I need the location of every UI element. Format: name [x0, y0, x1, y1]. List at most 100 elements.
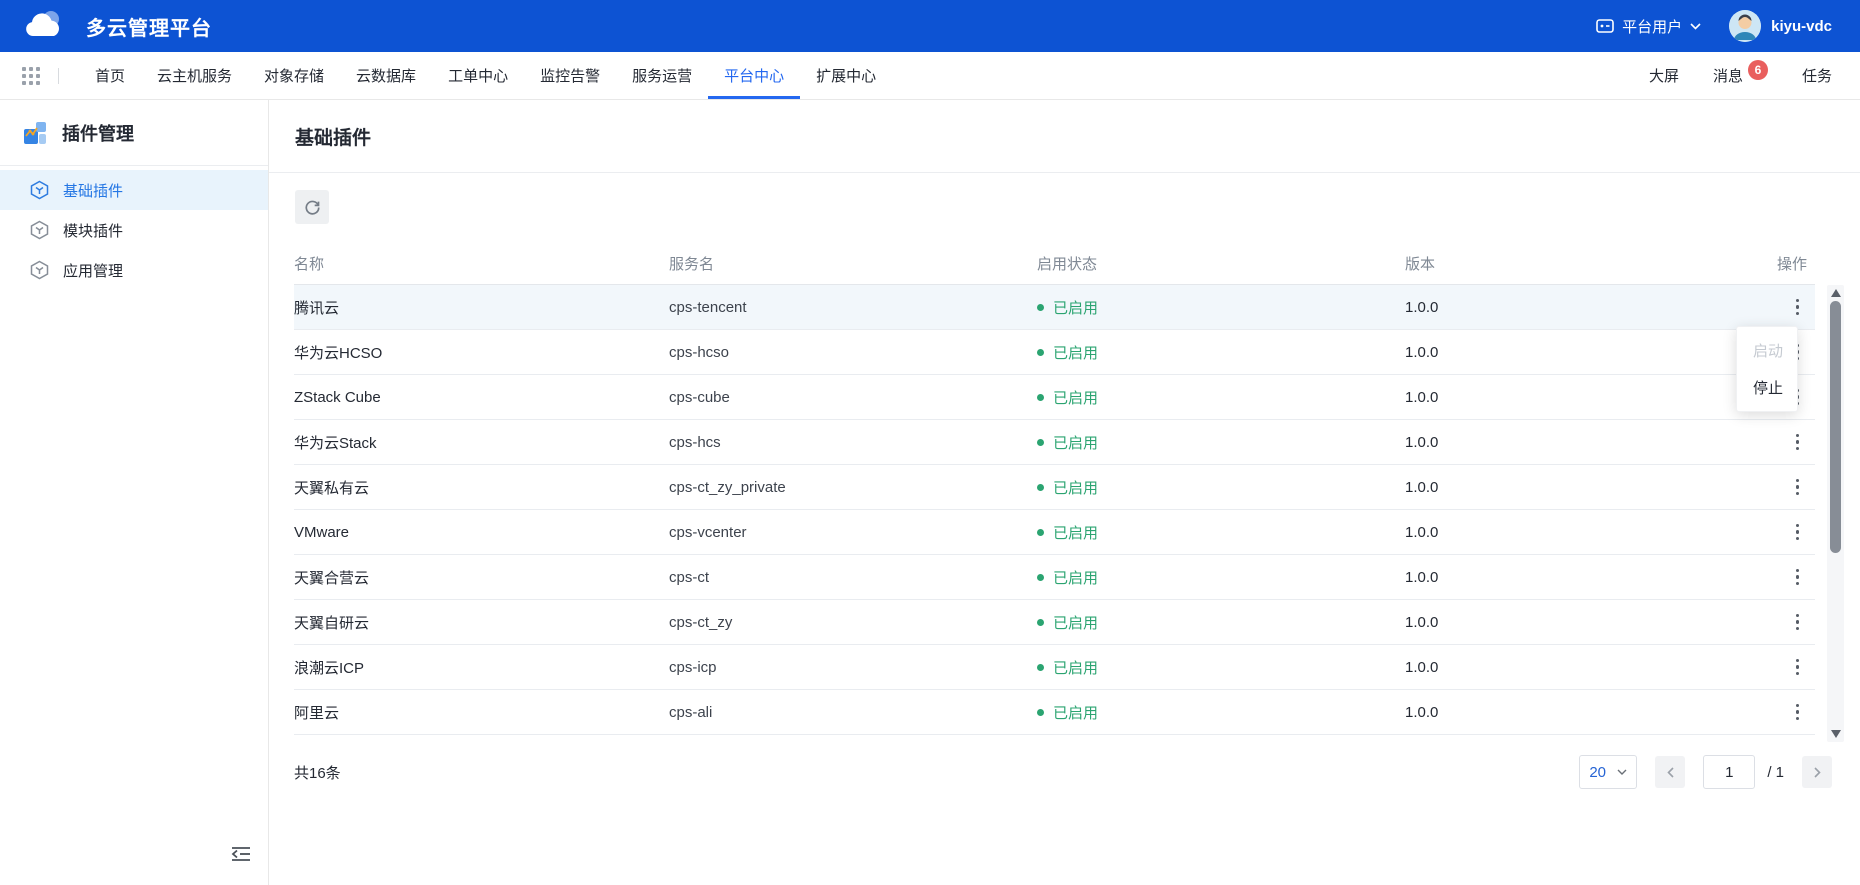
nav-bigscreen-label: 大屏	[1649, 65, 1679, 86]
status-label: 已启用	[1053, 567, 1098, 588]
sidebar-item-label: 基础插件	[63, 180, 123, 201]
chevron-down-icon	[1690, 23, 1701, 30]
cell-status: 已启用	[1037, 342, 1405, 363]
row-menu-item-0[interactable]: 启动	[1737, 332, 1797, 369]
table-header-row: 名称服务名启用状态版本操作	[294, 243, 1815, 285]
cell-actions	[1770, 518, 1815, 547]
page-size-value: 20	[1589, 764, 1606, 781]
status-dot-icon	[1037, 304, 1044, 311]
row-actions-kebab-icon[interactable]	[1788, 473, 1808, 502]
cell-version: 1.0.0	[1405, 389, 1770, 406]
cell-name: 华为云HCSO	[294, 342, 669, 363]
cell-status: 已启用	[1037, 657, 1405, 678]
next-page-button[interactable]	[1802, 756, 1832, 788]
nav-tab-4[interactable]: 工单中心	[432, 52, 524, 99]
nav-tab-6[interactable]: 服务运营	[616, 52, 708, 99]
refresh-button[interactable]	[295, 190, 329, 224]
cell-service: cps-ct_zy_private	[669, 479, 1037, 496]
user-menu[interactable]: kiyu-vdc	[1729, 10, 1832, 42]
table-row-8: 浪潮云ICPcps-icp已启用1.0.0	[294, 645, 1815, 690]
main-nav: 首页云主机服务对象存储云数据库工单中心监控告警服务运营平台中心扩展中心 大屏 消…	[0, 52, 1860, 100]
cell-actions	[1770, 428, 1815, 457]
table-footer: 共16条 20 / 1	[294, 755, 1832, 789]
row-actions-kebab-icon[interactable]	[1788, 293, 1808, 322]
column-header-1: 服务名	[669, 253, 1037, 274]
nav-tab-7[interactable]: 平台中心	[708, 52, 800, 99]
column-header-0: 名称	[294, 253, 669, 274]
nav-tab-1[interactable]: 云主机服务	[141, 52, 248, 99]
cell-actions	[1770, 473, 1815, 502]
row-menu-item-1[interactable]: 停止	[1737, 369, 1797, 406]
table-row-2: ZStack Cubecps-cube已启用1.0.0	[294, 375, 1815, 420]
status-dot-icon	[1037, 349, 1044, 356]
column-header-3: 版本	[1405, 253, 1770, 274]
nav-tab-3[interactable]: 云数据库	[340, 52, 432, 99]
cell-service: cps-ct_zy	[669, 614, 1037, 631]
app-grid-icon[interactable]	[22, 67, 40, 85]
row-actions-kebab-icon[interactable]	[1788, 608, 1808, 637]
platform-user-menu[interactable]: 平台用户	[1596, 16, 1701, 37]
cell-version: 1.0.0	[1405, 569, 1770, 586]
scroll-thumb[interactable]	[1830, 301, 1841, 553]
nav-right: 大屏 消息 6 任务	[1649, 52, 1832, 99]
table-row-9: 阿里云cps-ali已启用1.0.0	[294, 690, 1815, 735]
nav-tab-0[interactable]: 首页	[79, 52, 141, 99]
table-row-0: 腾讯云cps-tencent已启用1.0.0	[294, 285, 1815, 330]
sidebar-item-1[interactable]: 模块插件	[0, 210, 268, 250]
row-actions-kebab-icon[interactable]	[1788, 428, 1808, 457]
plugin-manage-icon	[22, 120, 48, 146]
page-size-select[interactable]: 20	[1579, 755, 1637, 789]
cell-service: cps-tencent	[669, 299, 1037, 316]
row-actions-kebab-icon[interactable]	[1788, 653, 1808, 682]
cell-service: cps-icp	[669, 659, 1037, 676]
pagination: 20 / 1	[1579, 755, 1832, 789]
cell-actions	[1770, 563, 1815, 592]
cloud-logo-icon	[22, 6, 66, 46]
cell-version: 1.0.0	[1405, 479, 1770, 496]
username: kiyu-vdc	[1771, 18, 1832, 35]
page-number-input[interactable]	[1703, 755, 1755, 789]
row-actions-menu: 启动停止	[1736, 326, 1798, 412]
chevron-right-icon	[1814, 767, 1821, 778]
sidebar-item-label: 模块插件	[63, 220, 123, 241]
top-header: 多云管理平台 平台用户	[0, 0, 1860, 52]
table-row-6: 天翼合营云cps-ct已启用1.0.0	[294, 555, 1815, 600]
status-dot-icon	[1037, 619, 1044, 626]
scroll-down-arrow-icon[interactable]	[1831, 730, 1841, 738]
plugins-table: 名称服务名启用状态版本操作 腾讯云cps-tencent已启用1.0.0 华为云H…	[294, 243, 1815, 735]
cell-name: 天翼自研云	[294, 612, 669, 633]
nav-tab-5[interactable]: 监控告警	[524, 52, 616, 99]
status-label: 已启用	[1053, 432, 1098, 453]
cell-version: 1.0.0	[1405, 344, 1770, 361]
nav-tasks[interactable]: 任务	[1802, 65, 1832, 86]
cell-name: 天翼私有云	[294, 477, 669, 498]
cell-version: 1.0.0	[1405, 299, 1770, 316]
cell-status: 已启用	[1037, 387, 1405, 408]
nav-divider	[58, 68, 59, 84]
row-actions-kebab-icon[interactable]	[1788, 698, 1808, 727]
table-row-3: 华为云Stackcps-hcs已启用1.0.0	[294, 420, 1815, 465]
row-actions-kebab-icon[interactable]	[1788, 563, 1808, 592]
sidebar-item-0[interactable]: 基础插件	[0, 170, 268, 210]
sidebar-collapse-icon[interactable]	[230, 845, 252, 863]
scroll-up-arrow-icon[interactable]	[1831, 289, 1841, 297]
status-dot-icon	[1037, 709, 1044, 716]
table-row-5: VMwarecps-vcenter已启用1.0.0	[294, 510, 1815, 555]
table-row-7: 天翼自研云cps-ct_zy已启用1.0.0	[294, 600, 1815, 645]
table-scrollbar[interactable]	[1827, 285, 1844, 742]
nav-messages[interactable]: 消息 6	[1713, 65, 1768, 86]
column-header-4: 操作	[1770, 253, 1815, 274]
nav-tab-8[interactable]: 扩展中心	[800, 52, 892, 99]
prev-page-button[interactable]	[1655, 756, 1685, 788]
sidebar-title: 插件管理	[62, 120, 134, 146]
nav-bigscreen[interactable]: 大屏	[1649, 65, 1679, 86]
sidebar-item-label: 应用管理	[63, 260, 123, 281]
total-pages: / 1	[1767, 764, 1784, 781]
sidebar-item-2[interactable]: 应用管理	[0, 250, 268, 290]
nav-tab-2[interactable]: 对象存储	[248, 52, 340, 99]
status-dot-icon	[1037, 439, 1044, 446]
total-count: 共16条	[294, 762, 341, 783]
app-window: 多云管理平台 平台用户	[0, 0, 1860, 885]
row-actions-kebab-icon[interactable]	[1788, 518, 1808, 547]
status-label: 已启用	[1053, 657, 1098, 678]
